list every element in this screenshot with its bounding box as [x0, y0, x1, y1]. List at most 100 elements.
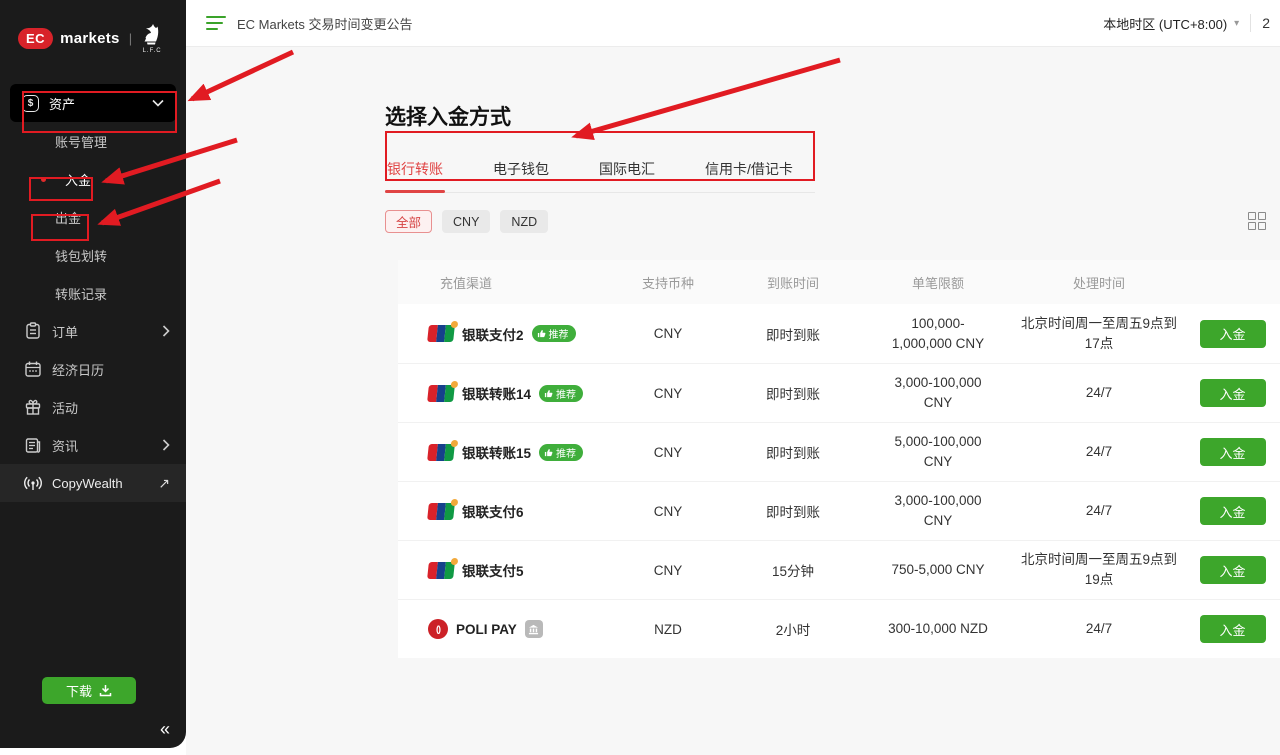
- channel-name: 银联支付5: [462, 560, 524, 580]
- col-header-arrival: 到账时间: [767, 273, 819, 292]
- announcement-link[interactable]: EC Markets 交易时间变更公告: [237, 14, 413, 33]
- tab-e-wallet[interactable]: 电子钱包: [491, 148, 551, 192]
- sidebar-item-orders[interactable]: 订单: [0, 312, 186, 350]
- brand-logo: EC markets | L.F.C: [0, 0, 186, 62]
- deposit-button[interactable]: 入金: [1200, 379, 1266, 407]
- chevron-down-icon: [152, 99, 164, 107]
- news-icon: [24, 436, 42, 454]
- timezone-label: 本地时区 (UTC+8:00): [1103, 14, 1227, 33]
- channel-name: 银联转账15: [462, 442, 531, 462]
- deposit-channels-table: 充值渠道 支持币种 到账时间 单笔限额 处理时间 银联支付2 推荐 CNY 即时…: [398, 260, 1280, 658]
- unionpay-logo-icon: [427, 385, 455, 402]
- brand-wordmark: markets: [60, 30, 120, 47]
- channel-name: 银联转账14: [462, 383, 531, 403]
- processing-cell: 北京时间周一至周五9点到17点: [1013, 314, 1185, 353]
- thumb-up-icon: [537, 329, 546, 338]
- table-row: 银联转账14 推荐 CNY 即时到账 3,000-100,000 CNY 24/…: [398, 363, 1280, 422]
- limit-cell: 5,000-100,000 CNY: [882, 432, 994, 471]
- arrival-cell: 即时到账: [766, 383, 820, 403]
- sidebar-item-promotions[interactable]: 活动: [0, 388, 186, 426]
- tab-international-wire[interactable]: 国际电汇: [597, 148, 657, 192]
- unionpay-logo-icon: [427, 444, 455, 461]
- topbar-divider: [1250, 14, 1251, 32]
- sidebar-item-transfer-records[interactable]: 转账记录: [0, 274, 186, 312]
- bank-badge-icon: [525, 620, 543, 638]
- topbar: EC Markets 交易时间变更公告 本地时区 (UTC+8:00) ▾ 2: [186, 0, 1280, 47]
- deposit-button[interactable]: 入金: [1200, 497, 1266, 525]
- active-dot-icon: [41, 177, 46, 182]
- sidebar-item-label: 资讯: [52, 436, 78, 455]
- table-header-row: 充值渠道 支持币种 到账时间 单笔限额 处理时间: [398, 260, 1280, 304]
- arrival-cell: 即时到账: [766, 324, 820, 344]
- sidebar-item-deposit[interactable]: 入金: [0, 160, 186, 198]
- sidebar-item-label: 账号管理: [55, 132, 107, 151]
- ec-logo-badge: EC: [18, 28, 53, 49]
- chevron-right-icon: [162, 439, 170, 451]
- channel-name: POLI PAY: [456, 622, 517, 637]
- unionpay-logo-icon: [427, 562, 455, 579]
- filter-cny[interactable]: CNY: [442, 210, 490, 233]
- deposit-button[interactable]: 入金: [1200, 320, 1266, 348]
- assets-icon: $: [22, 95, 39, 112]
- sidebar-item-copywealth[interactable]: CopyWealth ↗: [0, 464, 186, 502]
- liver-bird-icon: [141, 23, 163, 47]
- sidebar-item-label: 订单: [52, 322, 78, 341]
- clipboard-icon: [24, 322, 42, 340]
- sidebar: EC markets | L.F.C $ 资产 账号管理 入金 出金: [0, 0, 186, 748]
- download-button[interactable]: 下载: [42, 677, 136, 704]
- table-row: () POLI PAY NZD 2小时 300-10,000 NZD 24/7 …: [398, 599, 1280, 658]
- processing-cell: 北京时间周一至周五9点到19点: [1013, 550, 1185, 589]
- limit-cell: 3,000-100,000 CNY: [882, 373, 994, 412]
- currency-cell: NZD: [654, 622, 682, 637]
- processing-cell: 24/7: [1082, 619, 1116, 639]
- arrival-cell: 15分钟: [772, 560, 814, 580]
- processing-cell: 24/7: [1082, 501, 1116, 521]
- currency-filter-row: 全部 CNY NZD: [385, 210, 1280, 233]
- deposit-method-tabs: 银行转账 电子钱包 国际电汇 信用卡/借记卡: [385, 148, 815, 193]
- table-row: 银联支付6 CNY 即时到账 3,000-100,000 CNY 24/7 入金: [398, 481, 1280, 540]
- limit-cell: 100,000-1,000,000 CNY: [882, 314, 994, 353]
- limit-cell: 3,000-100,000 CNY: [882, 491, 994, 530]
- gift-icon: [24, 398, 42, 416]
- sidebar-item-assets[interactable]: $ 资产: [10, 84, 176, 122]
- filter-all[interactable]: 全部: [385, 210, 432, 233]
- deposit-button[interactable]: 入金: [1200, 615, 1266, 643]
- sidebar-item-account-management[interactable]: 账号管理: [0, 122, 186, 160]
- thumb-up-icon: [544, 389, 553, 398]
- arrival-cell: 即时到账: [766, 442, 820, 462]
- limit-cell: 750-5,000 CNY: [891, 560, 984, 580]
- logo-separator: |: [129, 31, 132, 46]
- limit-cell: 300-10,000 NZD: [888, 619, 988, 639]
- sidebar-item-label: 入金: [65, 170, 91, 189]
- sidebar-collapse-button[interactable]: «: [160, 719, 170, 740]
- deposit-button[interactable]: 入金: [1200, 438, 1266, 466]
- tab-bank-transfer[interactable]: 银行转账: [385, 148, 445, 192]
- sidebar-item-economic-calendar[interactable]: 经济日历: [0, 350, 186, 388]
- broadcast-icon: [24, 474, 42, 492]
- poli-logo-icon: (): [428, 619, 448, 639]
- filter-nzd[interactable]: NZD: [500, 210, 548, 233]
- chevron-right-icon: [162, 325, 170, 337]
- currency-cell: CNY: [654, 504, 683, 519]
- grid-view-icon[interactable]: [1248, 212, 1266, 230]
- timezone-selector[interactable]: 本地时区 (UTC+8:00) ▾: [1103, 14, 1248, 33]
- tab-credit-debit-card[interactable]: 信用卡/借记卡: [703, 148, 795, 192]
- arrival-cell: 2小时: [776, 619, 811, 639]
- lfc-label: L.F.C: [143, 48, 162, 54]
- sidebar-menu: $ 资产 账号管理 入金 出金 钱包划转 转账记录: [0, 84, 186, 502]
- col-header-limit: 单笔限额: [912, 273, 964, 292]
- recommended-badge: 推荐: [539, 385, 583, 402]
- currency-cell: CNY: [654, 386, 683, 401]
- sidebar-item-news[interactable]: 资讯: [0, 426, 186, 464]
- channel-name: 银联支付2: [462, 324, 524, 344]
- sidebar-item-wallet-transfer[interactable]: 钱包划转: [0, 236, 186, 274]
- currency-cell: CNY: [654, 326, 683, 341]
- sidebar-item-label: 活动: [52, 398, 78, 417]
- menu-toggle-icon[interactable]: [206, 16, 226, 31]
- caret-down-icon: ▾: [1234, 18, 1239, 29]
- deposit-button[interactable]: 入金: [1200, 556, 1266, 584]
- sidebar-item-withdraw[interactable]: 出金: [0, 198, 186, 236]
- recommended-badge: 推荐: [539, 444, 583, 461]
- sidebar-item-label: 转账记录: [55, 284, 107, 303]
- processing-cell: 24/7: [1082, 442, 1116, 462]
